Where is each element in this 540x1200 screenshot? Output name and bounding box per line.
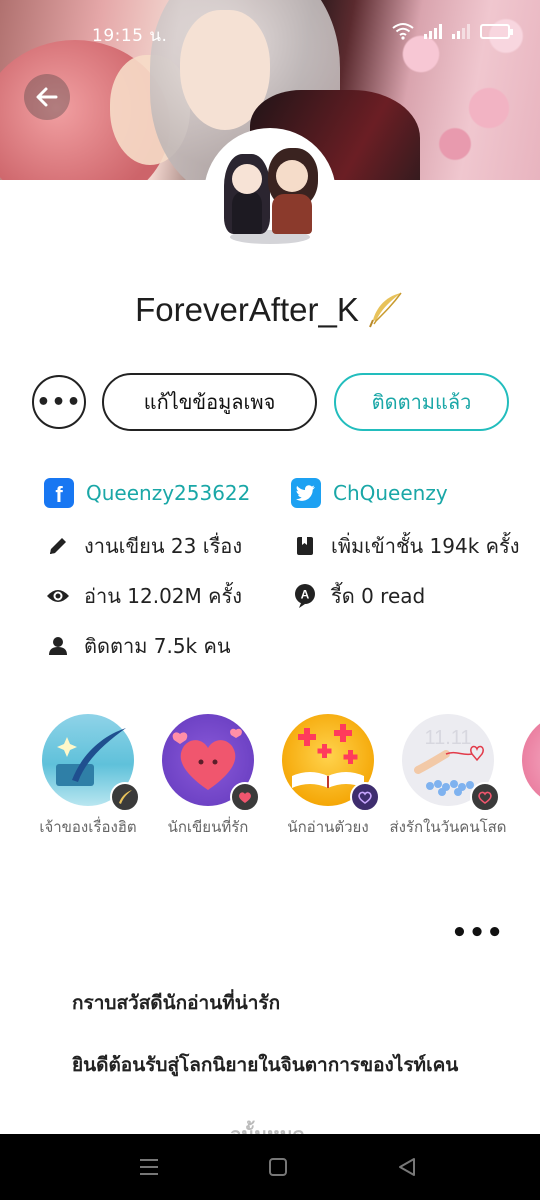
badge-label: เจ้าของเรื่องฮิต	[39, 818, 137, 836]
wifi-icon	[392, 23, 414, 40]
status-bar: 19:15 น.	[0, 20, 540, 48]
arrow-left-icon	[36, 87, 58, 107]
twitter-handle: ChQueenzy	[333, 481, 448, 505]
svg-text:A: A	[301, 588, 310, 602]
recent-apps-button[interactable]	[134, 1154, 164, 1180]
badge-hit-story[interactable]: เจ้าของเรื่องฮิต	[28, 714, 148, 838]
reed-stat: A รี้ด 0 read	[291, 580, 425, 612]
battery-icon	[480, 23, 513, 39]
twitter-icon	[291, 478, 321, 508]
facebook-icon: f	[44, 478, 74, 508]
username-row: ForeverAfter_K	[0, 290, 540, 330]
badge-label: ส่งรักในวันคนโสด	[389, 818, 507, 836]
reed-coin-icon: A	[291, 582, 319, 610]
more-options-button[interactable]: •••	[32, 375, 86, 429]
reed-count: รี้ด 0 read	[331, 584, 426, 608]
badge-avid-reader[interactable]: นักอ่านตัวยง	[268, 714, 388, 838]
person-icon	[44, 632, 72, 660]
square-icon	[269, 1158, 287, 1176]
badge-mini-heart-icon	[470, 782, 500, 812]
avatar[interactable]	[210, 134, 330, 254]
signal-icon-2	[452, 23, 470, 39]
bookmark-book-icon	[291, 532, 319, 560]
badge-beloved-writer[interactable]: นักเขียนที่รัก	[148, 714, 268, 838]
partial-badge-icon	[522, 714, 540, 806]
reads-stat: อ่าน 12.02M ครั้ง	[44, 580, 242, 612]
bio-line: ยินดีต้อนรับสู่โลกนิยายในจินตาการของไรท์…	[72, 1054, 459, 1076]
bio-more-button[interactable]: •••	[451, 918, 504, 948]
username: ForeverAfter_K	[135, 291, 359, 328]
quill-badge-icon	[42, 714, 140, 812]
profile-actions: ••• แก้ไขข้อมูลเพจ ติดตามแล้ว	[32, 373, 512, 433]
badge-singles-day[interactable]: 11.11 ส่งรักในวันคนโสด	[388, 714, 508, 838]
golden-quill-icon	[368, 292, 402, 328]
status-time: 19:15 น.	[92, 26, 168, 46]
bio-line: กราบสวัสดีนักอ่านที่น่ารัก	[72, 992, 281, 1014]
triangle-back-icon	[399, 1158, 415, 1176]
profile-page: 19:15 น. ForeverAfter_K ••• แก้ไขข้อมูลเ…	[0, 0, 540, 1200]
system-navigation-bar	[0, 1134, 540, 1200]
facebook-link[interactable]: f Queenzy253622	[44, 478, 250, 508]
followers-count: ติดตาม 7.5k คน	[84, 634, 231, 658]
signal-icon	[424, 23, 442, 39]
menu-lines-icon	[140, 1159, 158, 1175]
badge-label: นักเขียนที่รัก	[167, 818, 249, 836]
avatar-frame	[204, 128, 336, 260]
badge-mini-quill-icon	[110, 782, 140, 812]
followers-stat: ติดตาม 7.5k คน	[44, 630, 231, 662]
following-button[interactable]: ติดตามแล้ว	[334, 373, 509, 431]
facebook-handle: Queenzy253622	[86, 481, 251, 505]
achievement-badges: เจ้าของเรื่องฮิต นักเขียนที่รัก นักอ่านต…	[39, 714, 540, 874]
back-button[interactable]	[24, 74, 70, 120]
reads-count: อ่าน 12.02M ครั้ง	[84, 584, 243, 608]
edit-page-button[interactable]: แก้ไขข้อมูลเพจ	[102, 373, 317, 431]
eye-icon	[44, 582, 72, 610]
twitter-link[interactable]: ChQueenzy	[291, 478, 448, 508]
badge-mini-heart-outline-icon	[350, 782, 380, 812]
home-button[interactable]	[263, 1154, 293, 1180]
heart-badge-icon	[162, 714, 260, 812]
svg-text:11.11: 11.11	[424, 727, 471, 749]
shelf-count: เพิ่มเข้าชั้น 194k ครั้ง	[331, 534, 520, 558]
book-badge-icon	[282, 714, 380, 812]
shelf-stat: เพิ่มเข้าชั้น 194k ครั้ง	[291, 530, 520, 562]
status-icons	[392, 22, 513, 40]
pencil-icon	[44, 532, 72, 560]
badge-partial[interactable]	[508, 714, 540, 806]
heart-hand-badge-icon: 11.11	[402, 714, 500, 812]
works-stat: งานเขียน 23 เรื่อง	[44, 530, 242, 562]
badge-mini-heart-icon	[230, 782, 260, 812]
works-count: งานเขียน 23 เรื่อง	[84, 534, 243, 558]
back-nav-button[interactable]	[392, 1154, 422, 1180]
badge-label: นักอ่านตัวยง	[287, 818, 369, 836]
